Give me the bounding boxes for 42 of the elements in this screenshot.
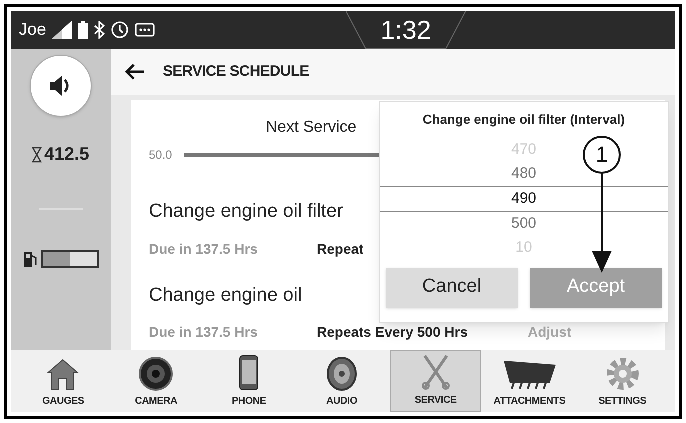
- nav-tab[interactable]: SERVICE: [390, 350, 482, 412]
- battery-icon: [78, 21, 88, 39]
- picker-option[interactable]: 480: [511, 162, 537, 186]
- nav-tab[interactable]: SETTINGS: [578, 350, 668, 412]
- clock-icon: [111, 21, 130, 39]
- bluetooth-icon: [94, 21, 106, 39]
- callout-circle: [583, 136, 621, 174]
- page-title: SERVICE SCHEDULE: [163, 62, 310, 82]
- task-title: Change engine oil filter: [149, 200, 344, 224]
- clock-time: 1:32: [380, 14, 432, 46]
- message-icon: [135, 23, 156, 37]
- due-text: Due in 137.5 Hrs: [149, 323, 259, 342]
- gear-icon: [606, 357, 640, 391]
- loader-bucket-icon: [502, 359, 558, 391]
- slider-value: 50.0: [149, 147, 172, 164]
- speaker-icon: [325, 357, 359, 391]
- cancel-button[interactable]: Cancel: [386, 268, 518, 308]
- camera-lens-icon: [139, 357, 174, 391]
- phone-icon: [239, 355, 260, 391]
- fuel-pump-icon: [24, 251, 38, 267]
- house-icon: [46, 357, 80, 391]
- nav-tab[interactable]: AUDIO: [298, 350, 386, 412]
- user-name: Joe: [19, 19, 46, 42]
- callout-number: 1: [596, 142, 608, 168]
- picker-option[interactable]: 500: [511, 212, 537, 236]
- nav-tab[interactable]: CAMERA: [112, 350, 201, 412]
- nav-tab[interactable]: ATTACHMENTS: [485, 350, 574, 412]
- wrench-icon: [420, 354, 451, 390]
- picker-option[interactable]: 490: [511, 186, 537, 210]
- signal-icon: [52, 21, 72, 39]
- back-arrow-icon[interactable]: [125, 64, 145, 80]
- hourglass-icon: [32, 146, 42, 162]
- nav-tab[interactable]: PHONE: [204, 350, 294, 412]
- engine-hours: 412.5: [44, 143, 90, 166]
- due-text: Due in 137.5 Hrs: [149, 240, 259, 258]
- task-title: Change engine oil: [149, 284, 302, 308]
- volume-button[interactable]: [30, 55, 92, 117]
- dialog-title: Change engine oil filter (Interval): [422, 111, 626, 129]
- nav-tab[interactable]: GAUGES: [19, 350, 108, 412]
- repeat-text: Repeat: [317, 240, 364, 259]
- repeat-text: Repeats Every 500 Hrs: [317, 323, 468, 342]
- next-service-label: Next Service: [266, 118, 357, 138]
